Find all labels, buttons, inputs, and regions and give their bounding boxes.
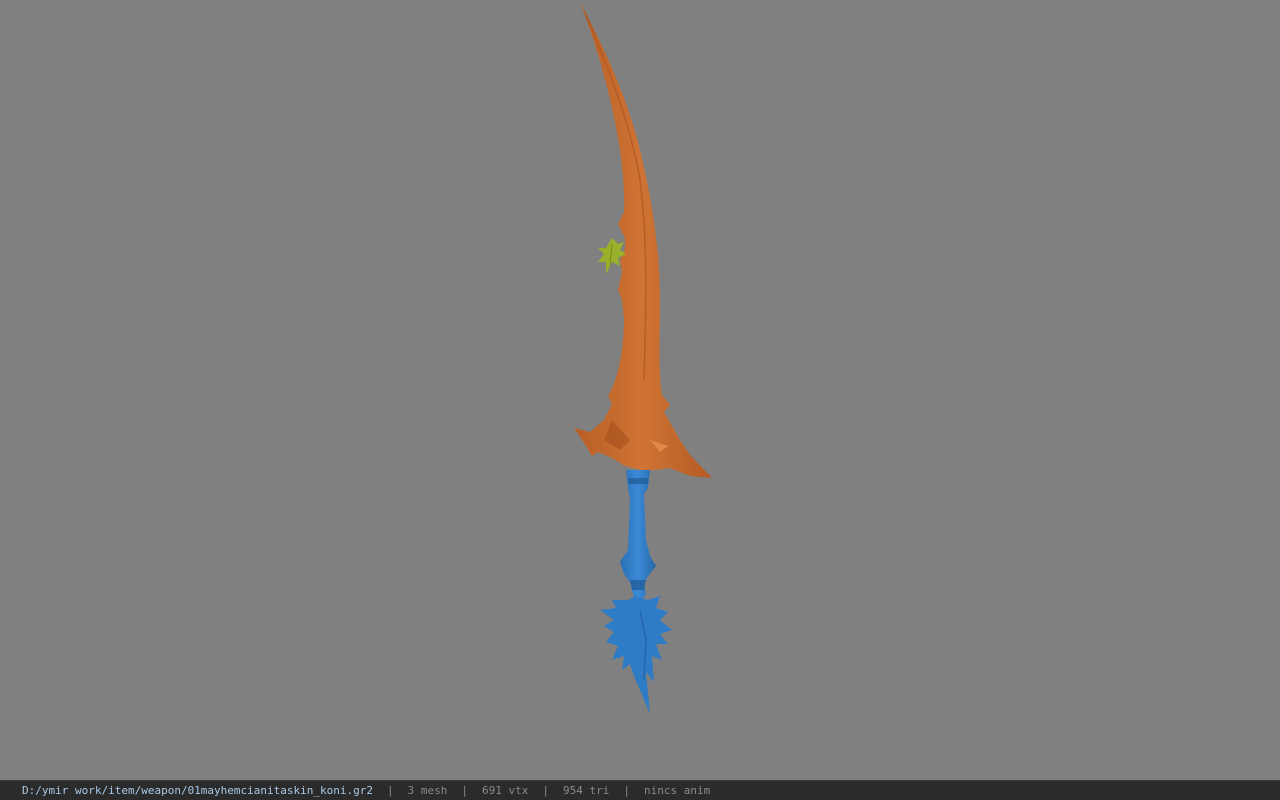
mesh-count: 3 mesh: [407, 784, 448, 797]
animation-status: nincs anim: [643, 784, 711, 797]
separator: |: [461, 784, 468, 797]
separator: |: [623, 784, 630, 797]
sword-tassel: [600, 596, 672, 714]
file-path: D:/ymir work/item/weapon/01mayhemcianita…: [22, 784, 373, 797]
separator: |: [542, 784, 549, 797]
status-bar: D:/ymir work/item/weapon/01mayhemcianita…: [0, 780, 1280, 800]
handle-band: [628, 478, 648, 484]
handle-knot: [630, 580, 646, 590]
separator: |: [387, 784, 394, 797]
3d-viewport[interactable]: [0, 0, 1280, 780]
sword-model: [574, 2, 712, 714]
triangle-count: 954 tri: [562, 784, 610, 797]
sword-blade: [574, 2, 712, 478]
vertex-count: 691 vtx: [482, 784, 529, 797]
